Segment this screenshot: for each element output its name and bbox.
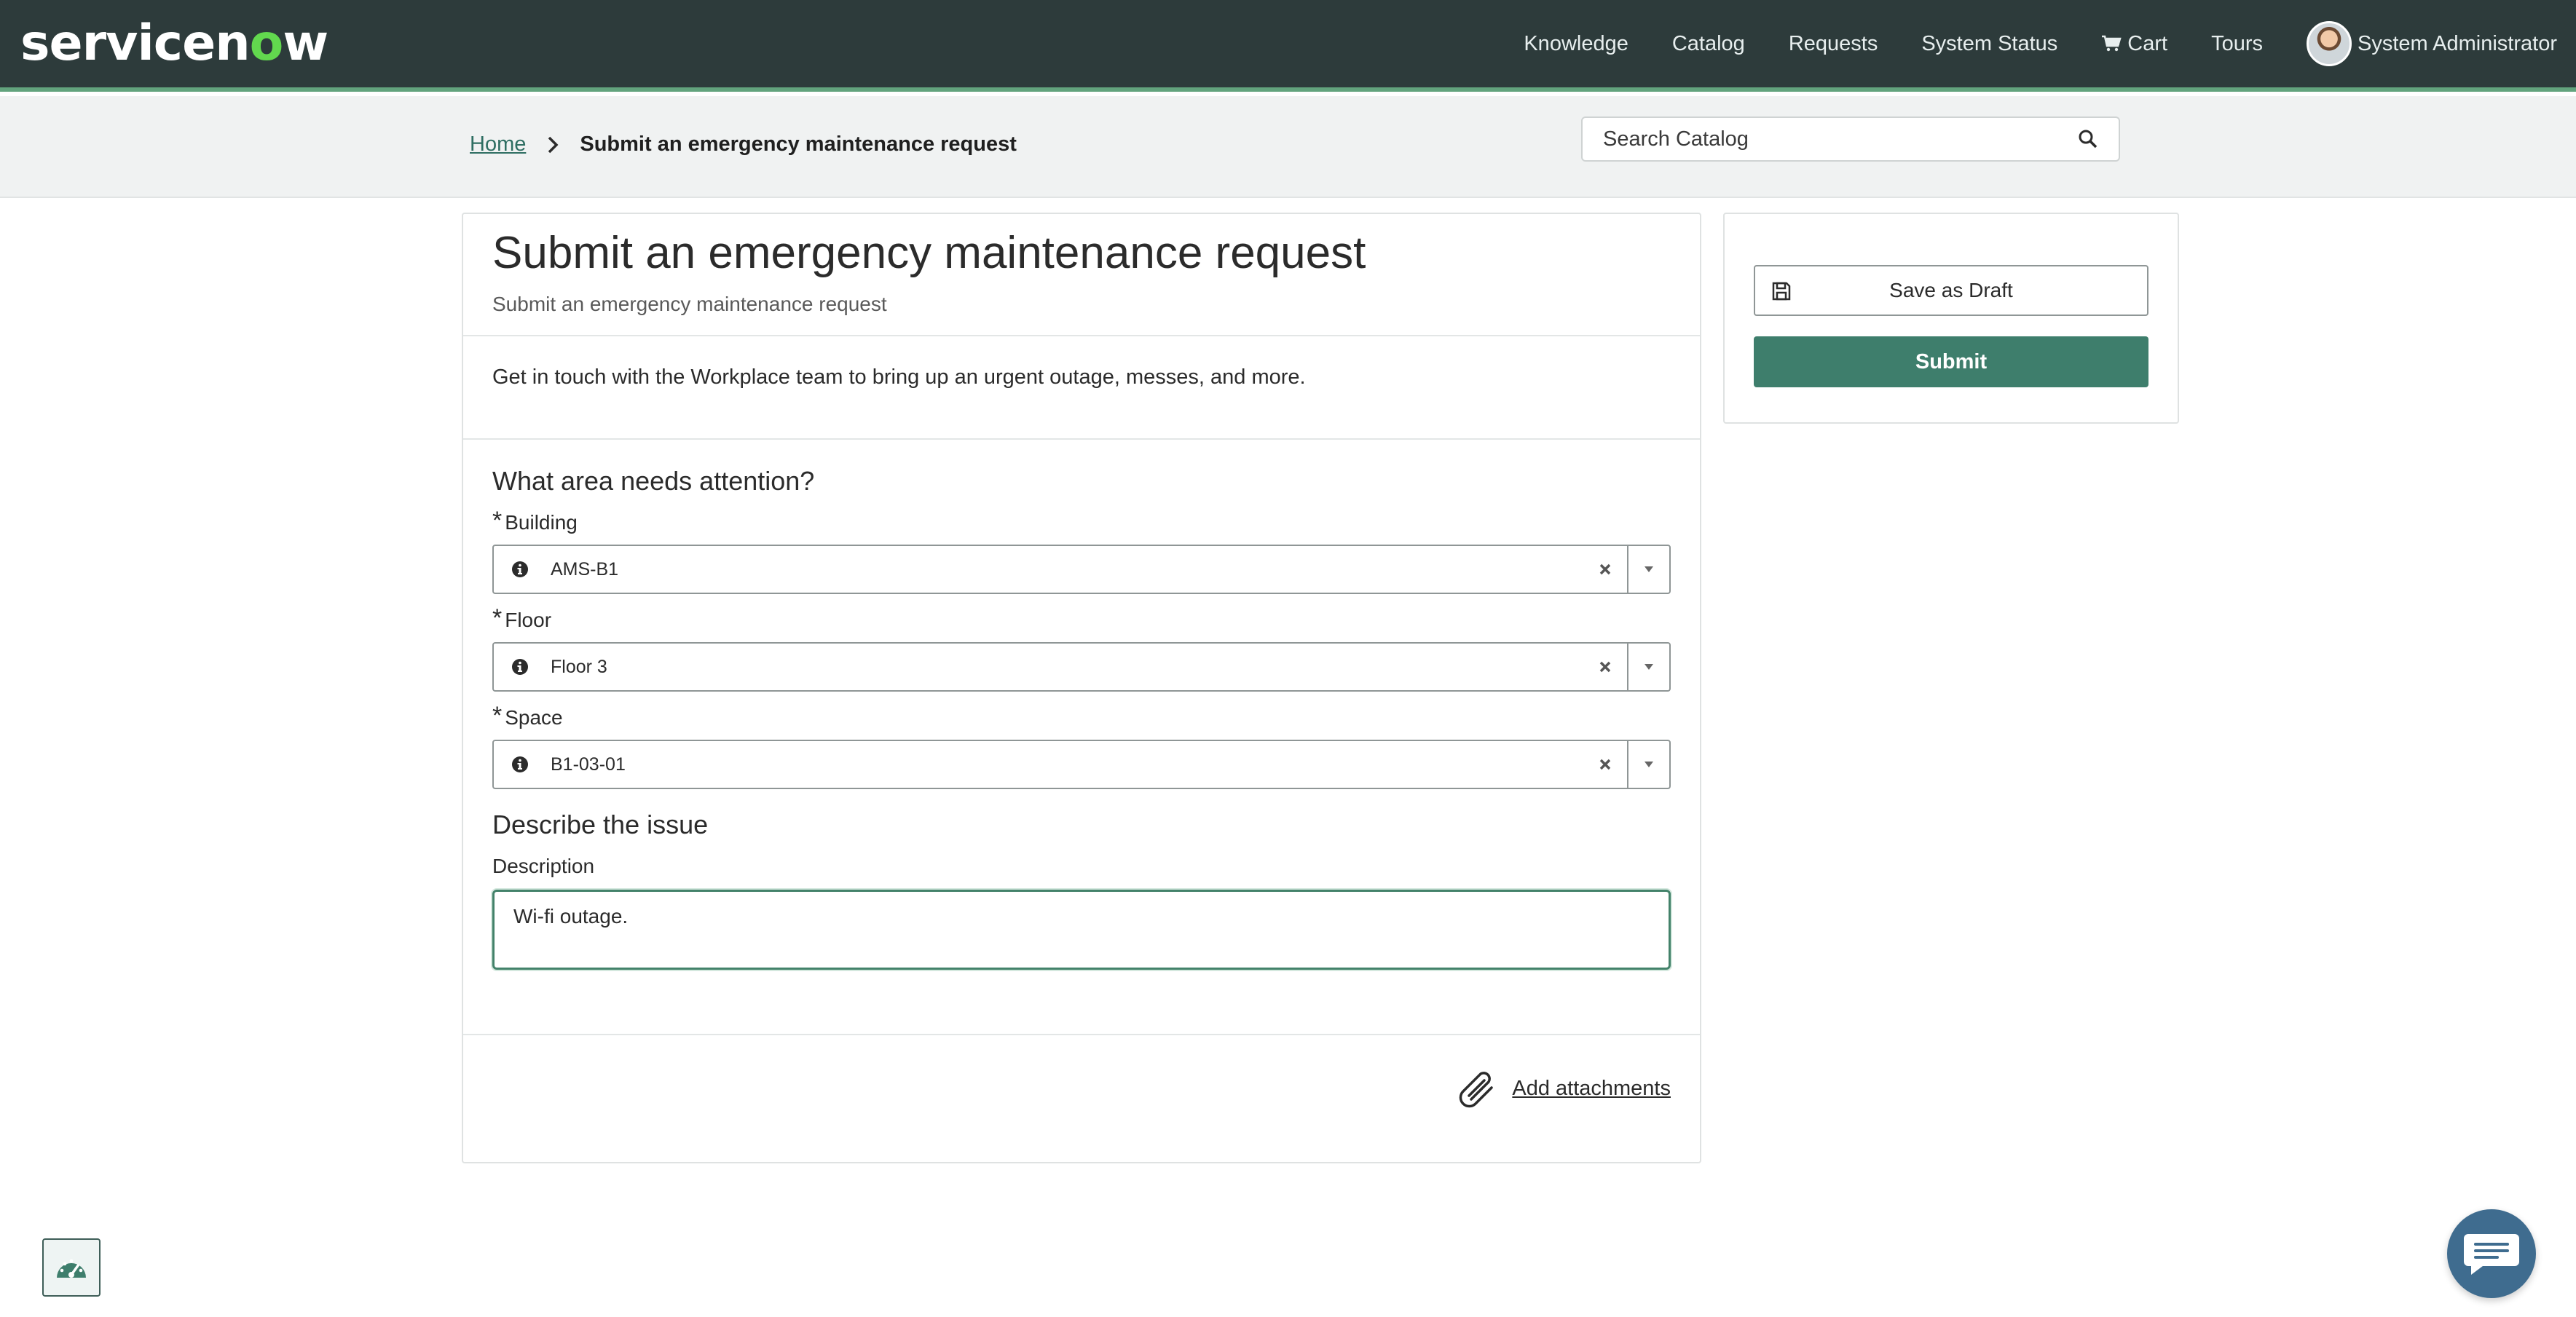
form-header: Submit an emergency maintenance request … [463,214,1700,336]
chevron-right-icon [548,136,559,153]
developer-tools-button[interactable] [42,1238,101,1297]
space-label: * Space [492,702,1671,729]
section-title-area: What area needs attention? [492,466,815,496]
building-select[interactable]: AMS-B1 [492,545,1671,594]
breadcrumb: Home Submit an emergency maintenance req… [470,133,1017,157]
catalog-item-form: Submit an emergency maintenance request … [462,213,1701,1163]
clear-icon[interactable] [1598,660,1612,674]
search-input[interactable] [1603,127,2078,151]
nav-cart-label: Cart [2127,31,2168,55]
user-name: System Administrator [2358,31,2557,55]
caret-down-icon [1645,664,1653,670]
nav-knowledge[interactable]: Knowledge [1524,32,1628,56]
save-as-draft-label: Save as Draft [1889,279,2013,301]
nav-catalog[interactable]: Catalog [1672,32,1745,56]
nav-cart[interactable]: Cart [2101,32,2167,56]
nav-system-status[interactable]: System Status [1921,32,2057,56]
breadcrumb-home-link[interactable]: Home [470,133,526,157]
required-marker: * [492,702,503,729]
top-navigation-bar: servicenow Knowledge Catalog Requests Sy… [0,0,2576,92]
form-footer: Add attachments [463,1034,1700,1162]
submit-button[interactable]: Submit [1754,336,2148,387]
caret-down-icon [1645,566,1653,572]
dropdown-toggle[interactable] [1628,566,1669,573]
search-catalog-box [1581,116,2120,162]
form-description: Get in touch with the Workplace team to … [463,336,1700,440]
main-nav: Knowledge Catalog Requests System Status… [1524,0,2557,87]
info-icon[interactable] [510,657,530,677]
servicenow-logo[interactable]: servicenow [20,16,328,71]
save-as-draft-button[interactable]: Save as Draft [1754,265,2148,316]
dashboard-icon [57,1259,86,1278]
paperclip-icon [1460,1072,1494,1108]
floor-select[interactable]: Floor 3 [492,642,1671,692]
description-textarea[interactable]: Wi-fi outage. [492,890,1671,970]
building-value: AMS-B1 [551,558,619,580]
building-label: * Building [492,507,1671,534]
save-icon [1772,282,1791,301]
user-menu[interactable]: System Administrator [2307,21,2557,66]
floor-label-text: Floor [505,609,552,631]
required-marker: * [492,507,503,534]
breadcrumb-current: Submit an emergency maintenance request [580,133,1017,156]
clear-icon[interactable] [1598,757,1612,772]
virtual-agent-chat-button[interactable] [2447,1209,2536,1298]
chat-bubble-icon [2464,1234,2519,1275]
cart-icon [2102,35,2122,52]
section-title-issue: Describe the issue [492,810,709,839]
floor-value: Floor 3 [551,656,607,677]
building-label-text: Building [505,511,578,534]
nav-tours[interactable]: Tours [2211,32,2263,56]
add-attachments-label: Add attachments [1512,1076,1671,1100]
add-attachments-link[interactable]: Add attachments [1457,1067,1671,1110]
info-icon[interactable] [510,754,530,775]
avatar [2307,21,2352,66]
breadcrumb-bar: Home Submit an emergency maintenance req… [0,96,2576,198]
nav-requests[interactable]: Requests [1789,32,1878,56]
dropdown-toggle[interactable] [1628,761,1669,768]
space-value: B1-03-01 [551,754,626,775]
clear-icon[interactable] [1598,562,1612,577]
order-panel: Save as Draft Submit [1723,213,2179,424]
info-icon[interactable] [510,559,530,580]
space-label-text: Space [505,706,563,729]
floor-label: * Floor [492,604,1671,632]
page-subtitle: Submit an emergency maintenance request [492,293,887,315]
form-body: What area needs attention? * Building AM… [463,466,1700,970]
space-select[interactable]: B1-03-01 [492,740,1671,789]
dropdown-toggle[interactable] [1628,663,1669,671]
caret-down-icon [1645,762,1653,767]
page-title: Submit an emergency maintenance request [492,228,1366,278]
description-label: Description [492,855,595,877]
required-marker: * [492,604,503,632]
search-icon[interactable] [2078,129,2098,149]
